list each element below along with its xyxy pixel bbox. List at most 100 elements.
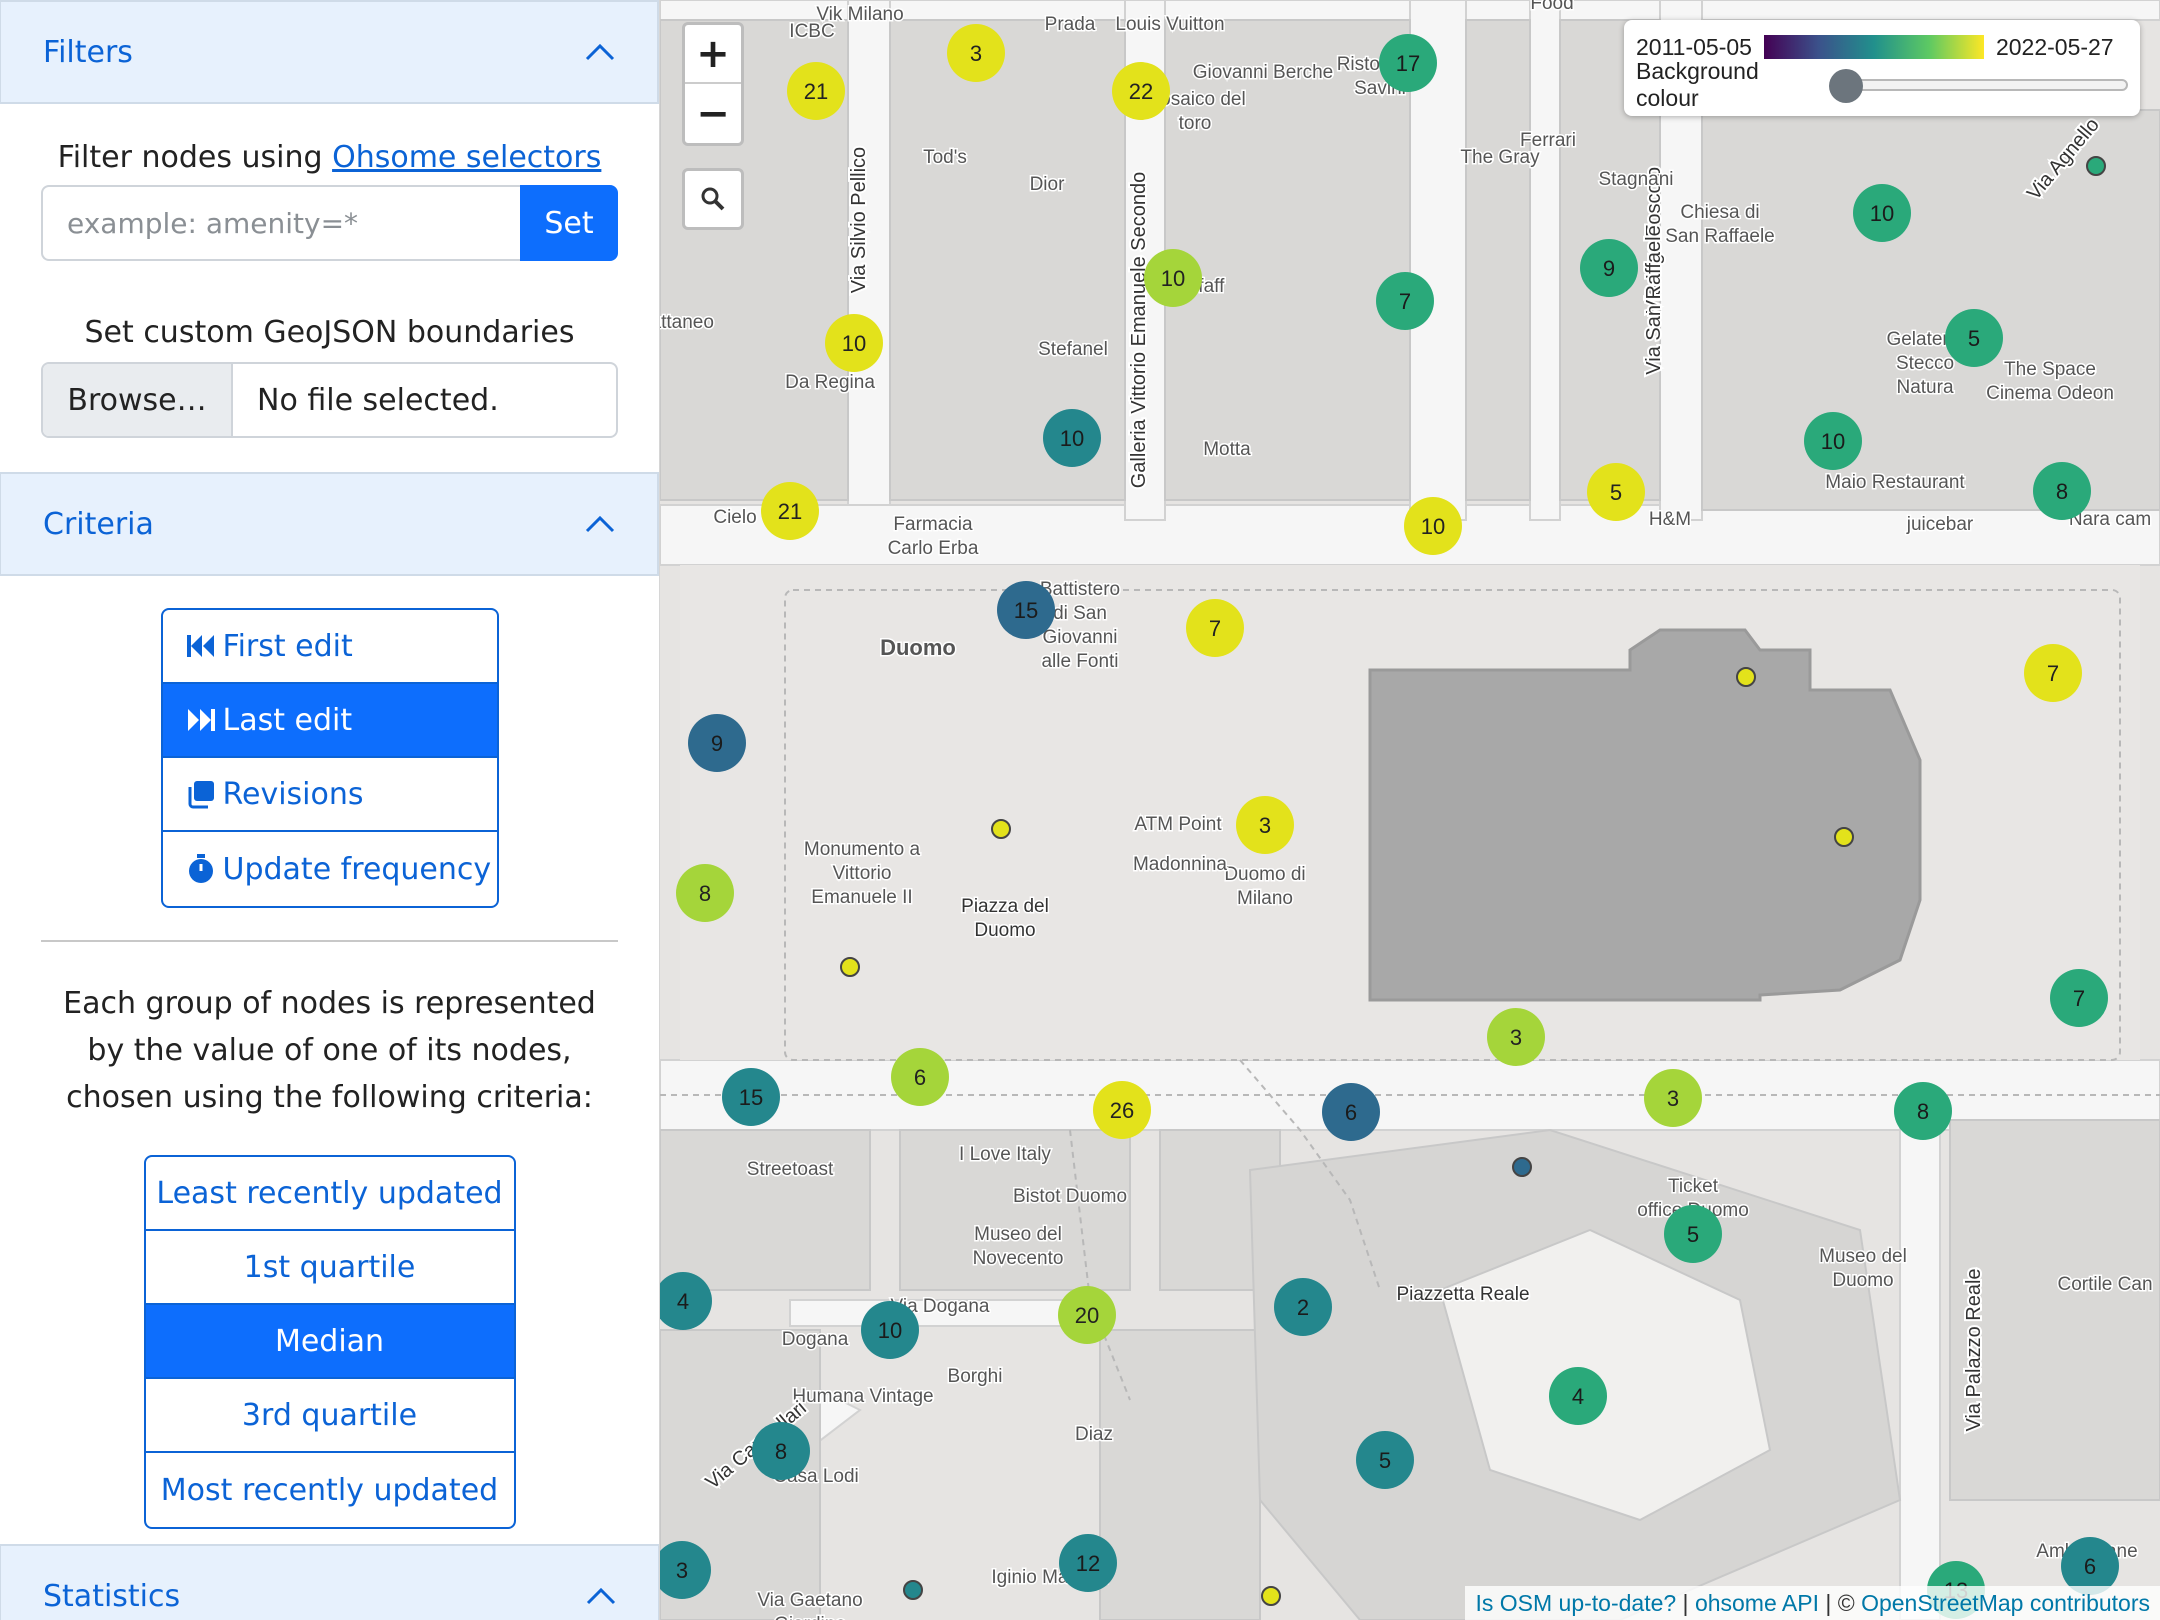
svg-text:Via Palazzo Reale: Via Palazzo Reale (1963, 1268, 1985, 1431)
node-cluster-marker[interactable]: 26 (1093, 1081, 1151, 1139)
geojson-file-input[interactable]: Browse… No file selected. (41, 362, 618, 438)
most-recently-updated-button[interactable]: Most recently updated (146, 1453, 514, 1527)
set-button[interactable]: Set (520, 185, 618, 261)
node-cluster-marker[interactable]: 4 (660, 1272, 712, 1330)
node-marker[interactable] (991, 819, 1011, 839)
sidebar: Filters Filter nodes using Ohsome select… (0, 0, 660, 1620)
svg-text:The Space: The Space (2004, 359, 2096, 380)
stopwatch-icon (188, 854, 213, 883)
svg-text:Duomo: Duomo (974, 920, 1035, 941)
filter-input[interactable] (41, 185, 520, 261)
svg-text:Duomo: Duomo (880, 635, 956, 660)
node-marker[interactable] (840, 957, 860, 977)
node-cluster-marker[interactable]: 17 (1379, 34, 1437, 92)
node-cluster-marker[interactable]: 3 (660, 1541, 711, 1599)
node-cluster-marker[interactable]: 9 (688, 714, 746, 772)
node-cluster-marker[interactable]: 3 (1487, 1008, 1545, 1066)
node-cluster-marker[interactable]: 10 (1804, 412, 1862, 470)
place-label: Stagnani (1597, 168, 1675, 192)
filters-header[interactable]: Filters (0, 0, 659, 104)
node-cluster-marker[interactable]: 8 (752, 1422, 810, 1480)
svg-text:The Gray: The Gray (1460, 147, 1540, 168)
osm-contributors-link[interactable]: OpenStreetMap contributors (1861, 1590, 2150, 1617)
place-label: Motta (1202, 438, 1253, 462)
node-cluster-marker[interactable]: 8 (1894, 1082, 1952, 1140)
node-cluster-marker[interactable]: 15 (997, 581, 1055, 639)
search-icon (701, 187, 725, 211)
ohsome-api-link[interactable]: ohsome API (1695, 1590, 1819, 1617)
node-cluster-marker[interactable]: 3 (1644, 1069, 1702, 1127)
node-cluster-marker[interactable]: 10 (1043, 409, 1101, 467)
background-colour-slider[interactable] (1829, 69, 2128, 103)
svg-text:Vik Milano: Vik Milano (816, 4, 903, 25)
svg-text:Food: Food (1530, 0, 1573, 14)
first-quartile-button[interactable]: 1st quartile (145, 1231, 514, 1305)
node-cluster-marker[interactable]: 20 (1058, 1286, 1116, 1344)
node-cluster-marker[interactable]: 7 (2050, 969, 2108, 1027)
node-marker[interactable] (1834, 827, 1854, 847)
node-cluster-marker[interactable]: 7 (2024, 644, 2082, 702)
median-button[interactable]: Median (145, 1305, 514, 1379)
zoom-out-button[interactable]: − (685, 84, 741, 143)
node-cluster-marker[interactable]: 5 (1587, 463, 1645, 521)
node-cluster-marker[interactable]: 15 (722, 1068, 780, 1126)
node-cluster-marker[interactable]: 21 (787, 62, 845, 120)
node-cluster-marker[interactable]: 10 (861, 1301, 919, 1359)
slider-thumb[interactable] (1829, 69, 1864, 103)
map-search-button[interactable] (682, 168, 744, 230)
svg-text:San Raffaele: San Raffaele (1665, 226, 1775, 247)
svg-text:Emanuele II: Emanuele II (811, 887, 912, 908)
node-cluster-marker[interactable]: 8 (676, 864, 734, 922)
node-cluster-marker[interactable]: 10 (1853, 184, 1911, 242)
node-cluster-marker[interactable]: 10 (1144, 249, 1202, 307)
revisions-button[interactable]: Revisions (162, 758, 497, 832)
place-label: Cortile Can (2056, 1273, 2154, 1297)
node-cluster-marker[interactable]: 22 (1112, 62, 1170, 120)
node-marker[interactable] (903, 1580, 923, 1600)
update-frequency-label: Update frequency (222, 851, 492, 887)
node-cluster-marker[interactable]: 21 (761, 482, 819, 540)
node-cluster-marker[interactable]: 8 (2033, 462, 2091, 520)
node-cluster-marker[interactable]: 7 (1376, 272, 1434, 330)
node-cluster-marker[interactable]: 5 (1664, 1205, 1722, 1263)
criteria-header[interactable]: Criteria (0, 472, 659, 576)
osm-up-to-date-link[interactable]: Is OSM up-to-date? (1475, 1590, 1676, 1617)
svg-text:Stagnani: Stagnani (1598, 169, 1673, 190)
map-tiles[interactable]: Duomo Piazza del Duomo Duomo di Milano Madonn… (660, 0, 2160, 1620)
map-attribution: Is OSM up-to-date? | ohsome API | © Open… (1465, 1586, 2160, 1620)
svg-text:Giovanni: Giovanni (1043, 627, 1118, 648)
svg-text:Borghi: Borghi (948, 1366, 1003, 1387)
node-cluster-marker[interactable]: 6 (891, 1048, 949, 1106)
node-cluster-marker[interactable]: 7 (1186, 599, 1244, 657)
node-cluster-marker[interactable]: 12 (1059, 1534, 1117, 1592)
node-cluster-marker[interactable]: 10 (825, 314, 883, 372)
filters-title: Filters (43, 34, 133, 70)
node-cluster-marker[interactable]: 4 (1549, 1367, 1607, 1425)
cluster-count: 5 (1687, 1222, 1699, 1247)
last-edit-button[interactable]: Last edit (162, 684, 497, 758)
node-cluster-marker[interactable]: 6 (1322, 1083, 1380, 1141)
svg-text:Carlo Cattaneo: Carlo Cattaneo (660, 312, 714, 333)
zoom-control: + − (682, 22, 744, 146)
node-marker[interactable] (2086, 156, 2106, 176)
node-cluster-marker[interactable]: 9 (1580, 239, 1638, 297)
node-cluster-marker[interactable]: 5 (1945, 309, 2003, 367)
update-frequency-button[interactable]: Update frequency (163, 832, 497, 906)
least-recently-updated-button[interactable]: Least recently updated (145, 1157, 514, 1231)
browse-button[interactable]: Browse… (43, 364, 233, 436)
node-marker[interactable] (1736, 667, 1756, 687)
node-cluster-marker[interactable]: 3 (1236, 796, 1294, 854)
node-marker[interactable] (1512, 1157, 1532, 1177)
node-cluster-marker[interactable]: 3 (947, 24, 1005, 82)
third-quartile-button[interactable]: 3rd quartile (145, 1379, 514, 1453)
node-cluster-marker[interactable]: 2 (1274, 1278, 1332, 1336)
cluster-count: 22 (1129, 79, 1153, 104)
statistics-header[interactable]: Statistics (0, 1544, 659, 1620)
first-edit-button[interactable]: First edit (162, 610, 497, 684)
node-marker[interactable] (1261, 1586, 1281, 1606)
map[interactable]: Duomo Piazza del Duomo Duomo di Milano Madonn… (660, 0, 2160, 1620)
node-cluster-marker[interactable]: 5 (1356, 1431, 1414, 1489)
ohsome-selectors-link[interactable]: Ohsome selectors (332, 140, 601, 175)
node-cluster-marker[interactable]: 10 (1404, 497, 1462, 555)
zoom-in-button[interactable]: + (685, 25, 741, 84)
